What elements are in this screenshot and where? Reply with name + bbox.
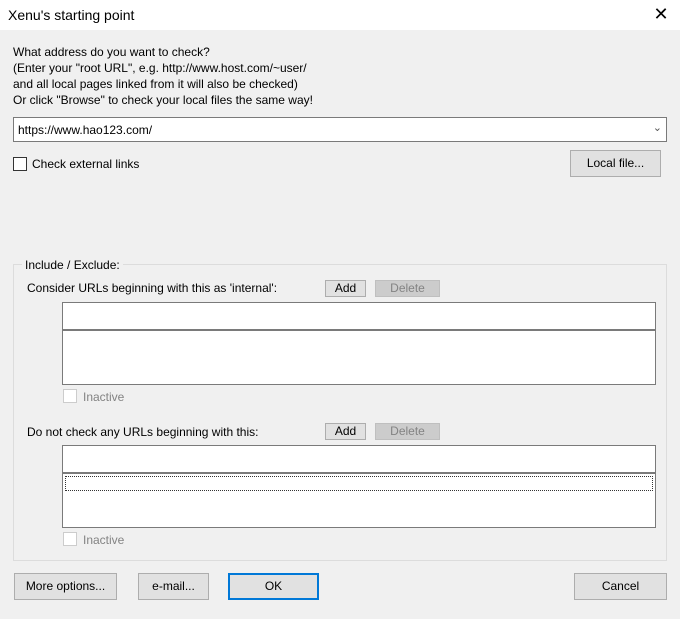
internal-add-button[interactable]: Add bbox=[325, 280, 366, 297]
intro-line-3: and all local pages linked from it will … bbox=[13, 77, 298, 91]
group-legend: Include / Exclude: bbox=[22, 258, 123, 272]
check-external-checkbox[interactable] bbox=[13, 157, 27, 171]
intro-line-4: Or click "Browse" to check your local fi… bbox=[13, 93, 313, 107]
ok-button[interactable]: OK bbox=[228, 573, 319, 600]
close-icon[interactable]: ✕ bbox=[650, 4, 672, 25]
check-external-label[interactable]: Check external links bbox=[32, 157, 139, 171]
internal-inactive-label: Inactive bbox=[83, 390, 125, 404]
chevron-down-icon[interactable]: ⌄ bbox=[653, 121, 662, 134]
exclude-add-button[interactable]: Add bbox=[325, 423, 366, 440]
intro-line-1: What address do you want to check? bbox=[13, 45, 210, 59]
intro-line-2: (Enter your "root URL", e.g. http://www.… bbox=[13, 61, 307, 75]
exclude-delete-button: Delete bbox=[375, 423, 440, 440]
internal-input[interactable] bbox=[62, 302, 656, 330]
exclude-list[interactable] bbox=[62, 473, 656, 528]
local-file-button[interactable]: Local file... bbox=[570, 150, 661, 177]
cancel-button[interactable]: Cancel bbox=[574, 573, 667, 600]
exclude-inactive-checkbox bbox=[63, 532, 77, 546]
internal-label: Consider URLs beginning with this as 'in… bbox=[27, 281, 278, 295]
internal-delete-button: Delete bbox=[375, 280, 440, 297]
exclude-label: Do not check any URLs beginning with thi… bbox=[27, 425, 259, 439]
exclude-inactive-label: Inactive bbox=[83, 533, 125, 547]
url-combobox[interactable]: https://www.hao123.com/ ⌄ bbox=[13, 117, 667, 142]
list-focus-item[interactable] bbox=[65, 476, 653, 491]
more-options-button[interactable]: More options... bbox=[14, 573, 117, 600]
internal-inactive-checkbox bbox=[63, 389, 77, 403]
internal-list[interactable] bbox=[62, 330, 656, 385]
exclude-input[interactable] bbox=[62, 445, 656, 473]
url-value[interactable]: https://www.hao123.com/ bbox=[18, 123, 152, 137]
window-title: Xenu's starting point bbox=[8, 7, 135, 23]
email-button[interactable]: e-mail... bbox=[138, 573, 209, 600]
